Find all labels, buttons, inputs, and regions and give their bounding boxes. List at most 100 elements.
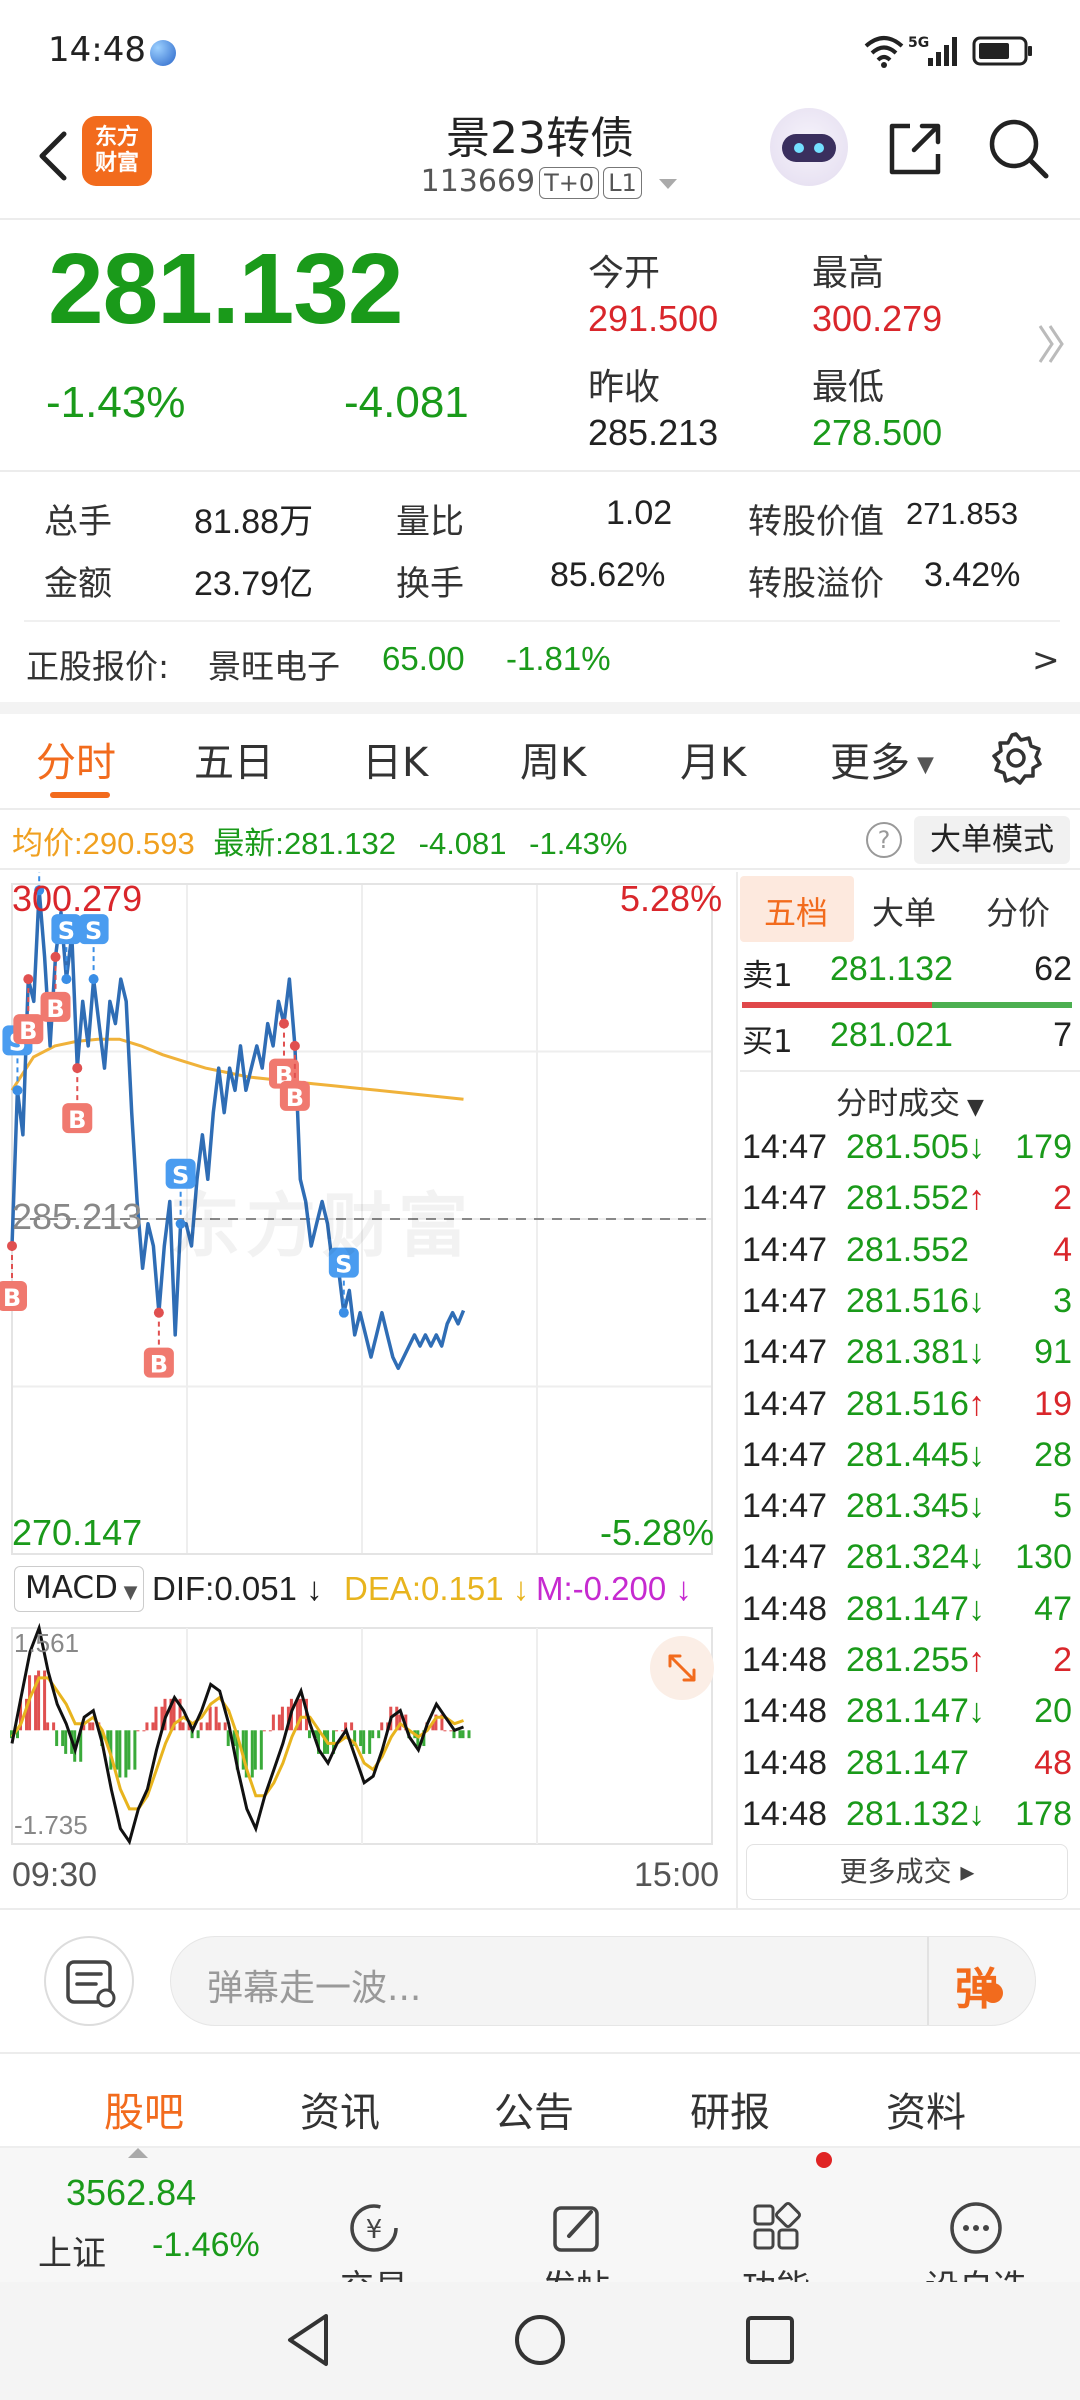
trade-row: 14:47 281.324 ↓ 130 [742, 1538, 1072, 1589]
macd-bar [253, 1730, 257, 1770]
trade-price: 281.552 [846, 1230, 969, 1269]
underlying-change: -1.81% [506, 640, 611, 677]
more-trades-button[interactable]: 更多成交 ▸ [746, 1844, 1068, 1900]
macd-m: M:-0.200 ↓ [536, 1570, 692, 1607]
share-icon[interactable] [884, 118, 946, 180]
tab-daily-k[interactable]: 日K [362, 730, 428, 788]
macd-bar [449, 1730, 453, 1732]
notification-dot [816, 2152, 832, 2168]
danmaku-settings-icon [66, 1960, 116, 2008]
trade-direction: ↓ [968, 1435, 985, 1474]
underlying-label: 正股报价: [26, 647, 170, 686]
buy-marker-label: B [68, 1106, 86, 1134]
status-bar: 14:48 5G [0, 0, 1080, 100]
trade-price: 281.381 [846, 1333, 969, 1372]
underlying-stock-row[interactable]: 正股报价: 景旺电子 65.00 -1.81% > [0, 630, 1080, 696]
macd-chart[interactable] [0, 1620, 736, 1852]
macd-dif: DIF:0.051 ↓ [152, 1570, 323, 1607]
open-value: 291.500 [588, 298, 719, 339]
macd-bar [46, 1722, 50, 1731]
tab-five-day[interactable]: 五日 [194, 730, 274, 788]
macd-bar [151, 1722, 155, 1731]
index-name: 上证 [38, 2234, 106, 2274]
macd-bar [362, 1730, 366, 1754]
tab-research[interactable]: 研报 [690, 2080, 770, 2138]
macd-bar [443, 1730, 447, 1732]
big-order-mode-button[interactable]: 大单模式 [914, 816, 1070, 864]
side-tab-big-order[interactable]: 大单 [872, 888, 936, 934]
trade-row: 14:47 281.445 ↓ 28 [742, 1436, 1072, 1487]
tab-intraday[interactable]: 分时 [36, 730, 116, 788]
macd-bar [271, 1714, 275, 1731]
index-value[interactable]: 3562.84 [66, 2172, 196, 2214]
back-arrow-icon[interactable] [26, 126, 86, 186]
trade-time: 14:47 [742, 1538, 828, 1577]
trades-title[interactable]: 分时成交 ▼ [836, 1078, 984, 1123]
watermark: 东方财富 [170, 1185, 474, 1267]
side-tab-level5[interactable]: 五档 [764, 888, 828, 934]
ai-assistant-avatar[interactable] [770, 108, 848, 186]
low-label: 最低 [812, 367, 885, 408]
trade-point [278, 1018, 289, 1029]
system-home-icon[interactable] [512, 2312, 568, 2368]
system-recents-icon[interactable] [744, 2314, 796, 2366]
tab-weekly-k[interactable]: 周K [520, 730, 586, 788]
change-percent: -1.43% [46, 378, 186, 427]
macd-bar [458, 1730, 462, 1739]
buy-marker-label: B [19, 1017, 37, 1045]
search-icon[interactable] [986, 116, 1052, 182]
app-notification-icon [150, 40, 176, 66]
tab-more[interactable]: 更多 ▼ [830, 730, 934, 788]
trade-direction: ↑ [968, 1384, 985, 1423]
trade-direction: ↓ [968, 1128, 985, 1166]
macd-bar [214, 1706, 218, 1731]
trade-price: 281.445 [846, 1435, 969, 1474]
tab-monthly-k[interactable]: 月K [680, 730, 746, 788]
trade-price: 281.516 [846, 1281, 969, 1320]
avg-label: 均价: [12, 826, 83, 861]
stock-code-row[interactable]: 113669 T+0 L1 [400, 164, 700, 199]
conv-value-label: 转股价值 [748, 502, 884, 542]
system-back-icon[interactable] [282, 2310, 336, 2370]
macd-bar [181, 1722, 185, 1731]
pct-bottom-label: -5.28% [600, 1512, 715, 1553]
settings-gear-icon[interactable] [988, 730, 1044, 786]
macd-bar [142, 1730, 146, 1732]
macd-selector[interactable]: MACD ▼ [14, 1566, 144, 1612]
trade-row: 14:47 281.552 ↑ 2 [742, 1179, 1072, 1230]
expand-quote-icon[interactable] [1036, 322, 1066, 366]
pct-top-label: 5.28% [620, 878, 723, 919]
macd-bar [371, 1730, 375, 1739]
x-end-label: 15:00 [634, 1856, 720, 1894]
side-tab-price-dist[interactable]: 分价 [986, 888, 1050, 934]
danmaku-settings-button[interactable] [44, 1936, 134, 2026]
trade-qty: 130 [1015, 1538, 1072, 1577]
trade-qty: 179 [1015, 1128, 1072, 1166]
y-mid-label: 285.213 [12, 1196, 143, 1237]
macd-bar [208, 1706, 212, 1731]
macd-bar [368, 1730, 372, 1754]
macd-bar [298, 1698, 302, 1731]
trade-time: 14:47 [742, 1435, 828, 1474]
l1-tag: L1 [603, 167, 642, 199]
trade-time: 14:47 [742, 1230, 828, 1269]
trade-row: 14:48 281.147 ↓ 47 [742, 1590, 1072, 1641]
tab-announcements[interactable]: 公告 [494, 2080, 574, 2138]
help-icon[interactable]: ? [866, 822, 902, 858]
premium-value: 3.42% [924, 556, 1021, 594]
comment-input[interactable]: 弹幕走一波... 弹 [170, 1936, 1036, 2026]
expand-chart-icon[interactable] [650, 1636, 714, 1700]
trade-price: 281.505 [846, 1128, 969, 1166]
y-top-label: 300.279 [12, 878, 143, 919]
trade-point [338, 1307, 349, 1318]
stock-code: 113669 [420, 164, 536, 199]
tab-profile[interactable]: 资料 [886, 2080, 966, 2138]
tab-news[interactable]: 资讯 [300, 2080, 380, 2138]
bid-depth-bar [932, 1002, 1072, 1008]
tab-forum[interactable]: 股吧 [104, 2080, 184, 2138]
latest-label: 最新: [213, 826, 284, 861]
trade-qty: 5 [1053, 1487, 1072, 1526]
wifi-icon [864, 36, 904, 68]
trade-qty: 19 [1034, 1384, 1072, 1423]
eastmoney-logo[interactable]: 东方 财富 [82, 116, 152, 186]
